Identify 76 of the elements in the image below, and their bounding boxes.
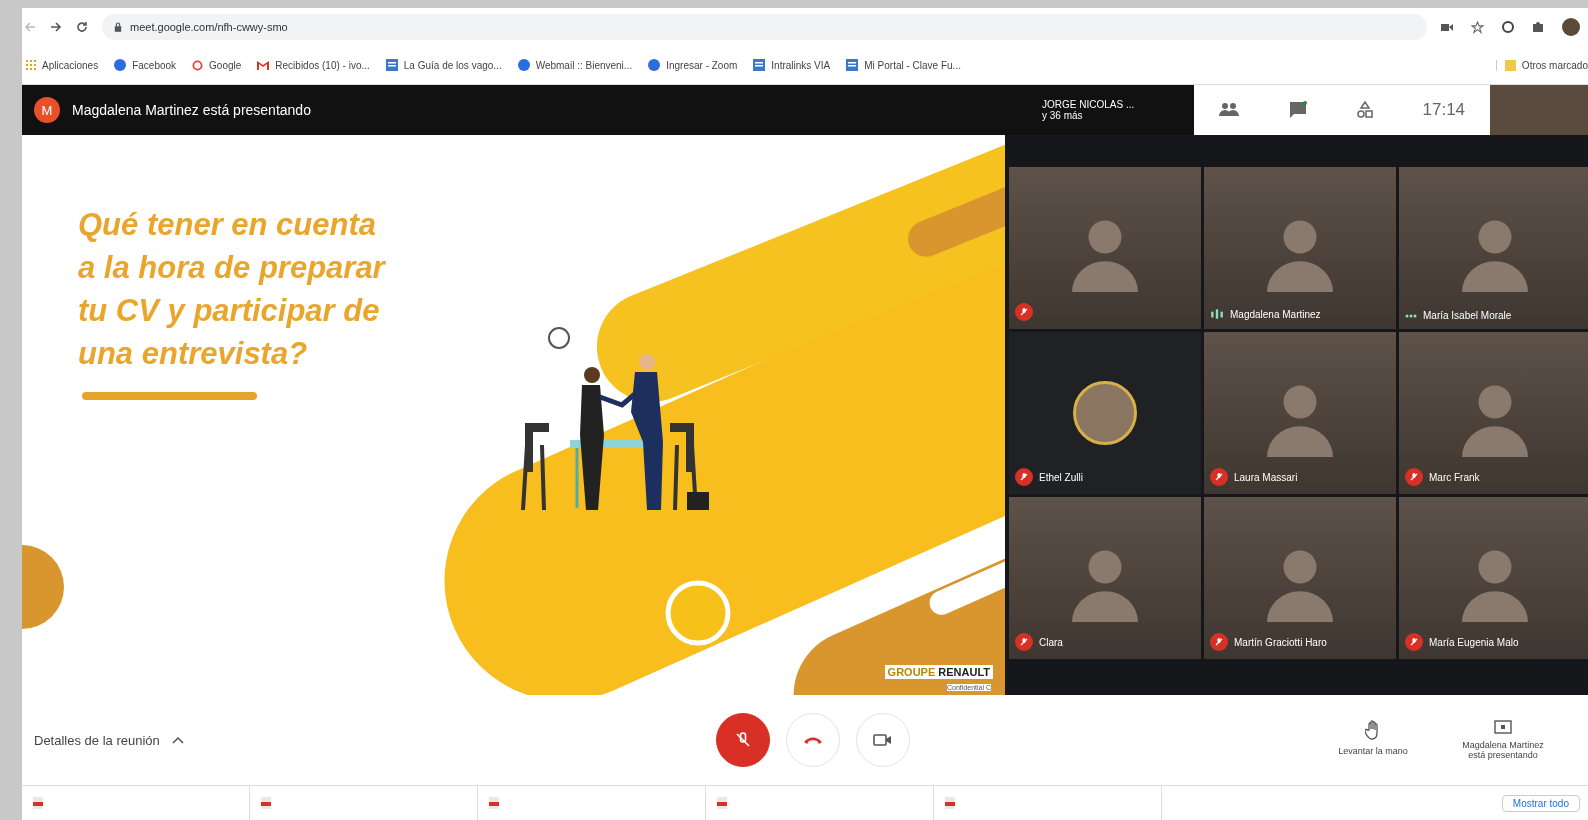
pdf-file-icon xyxy=(32,797,44,809)
show-all-button[interactable]: Mostrar todo xyxy=(1501,794,1580,812)
participant-name: Laura Massari xyxy=(1234,471,1298,483)
phone-icon xyxy=(803,735,823,745)
bookmark[interactable]: Intralinks VIA xyxy=(753,59,831,71)
participant-tile[interactable]: Ethel Zulli xyxy=(1009,332,1201,494)
microphone-icon xyxy=(734,731,752,749)
grid-icon xyxy=(26,60,36,70)
bookmark[interactable]: Aplicaciones xyxy=(26,59,99,71)
participant-name: Ethel Zulli xyxy=(1039,471,1083,483)
folder-icon xyxy=(1504,59,1516,71)
meeting-details-button[interactable]: Detalles de la reunión xyxy=(22,732,454,748)
camera-icon[interactable] xyxy=(1441,22,1453,32)
participant-name: Clara xyxy=(1039,636,1063,648)
address-bar[interactable]: meet.google.com/nfh-cwwy-smo xyxy=(102,14,1427,40)
forward-icon[interactable] xyxy=(50,21,62,33)
participants-name: JORGE NICOLAS ... xyxy=(1042,99,1136,110)
participant-name: María Isabel Morale xyxy=(1423,310,1512,321)
brand-prefix: GROUPE xyxy=(884,665,939,679)
participant-tile[interactable]: Magdalena Martinez xyxy=(1204,167,1396,329)
slide-title-line: Qué tener en cuenta xyxy=(78,206,378,244)
shapes-icon[interactable] xyxy=(1356,101,1373,119)
globe-icon xyxy=(114,59,127,71)
pdf-file-icon xyxy=(260,797,272,809)
participant-tile[interactable] xyxy=(1009,167,1201,329)
raise-hand-button[interactable]: Levantar la mano xyxy=(1318,720,1428,760)
bookmark[interactable]: Webmail :: Bienveni... xyxy=(517,59,633,71)
chat-icon[interactable] xyxy=(1288,101,1307,119)
reload-icon[interactable] xyxy=(76,21,88,33)
globe-icon xyxy=(517,59,530,71)
presentation-button[interactable]: Magdalena Martinez está presentando xyxy=(1448,720,1558,760)
pdf-file-icon xyxy=(716,797,728,809)
bookmark[interactable]: La Guía de los vago... xyxy=(385,59,502,71)
bookmark[interactable]: Facebook xyxy=(114,59,177,71)
extension-icon[interactable] xyxy=(1502,21,1514,33)
brand-name: RENAULT xyxy=(938,665,993,679)
participant-tile[interactable]: María Isabel Morale xyxy=(1399,167,1588,329)
participant-tile[interactable]: Martín Graciotti Haro xyxy=(1204,497,1396,659)
camera-button[interactable] xyxy=(856,713,910,767)
participant-tile[interactable]: Laura Massari xyxy=(1204,332,1396,494)
video-camera-icon xyxy=(873,733,893,747)
presenter-avatar: M xyxy=(34,97,60,123)
slide-title-line: una entrevista? xyxy=(78,335,309,373)
bookmark[interactable]: Mi Portal - Clave Fu... xyxy=(846,59,961,71)
presenting-label: Magdalena Martinez está presentando xyxy=(72,102,311,118)
page-icon xyxy=(753,59,766,71)
participant-tile[interactable]: María Eugenia Malo xyxy=(1399,497,1588,659)
page-icon xyxy=(846,59,859,71)
slide-title-line: a la hora de preparar xyxy=(78,249,385,287)
avatar-circle xyxy=(1073,381,1137,445)
pdf-file-icon xyxy=(488,797,500,809)
people-icon[interactable] xyxy=(1218,102,1239,118)
mail-icon xyxy=(257,60,270,70)
profile-avatar[interactable] xyxy=(1562,18,1580,36)
pdf-file-icon xyxy=(944,797,956,809)
participant-tile[interactable]: Marc Frank xyxy=(1399,332,1588,494)
page-icon xyxy=(385,59,398,71)
participants-more: y 36 más xyxy=(1042,110,1084,121)
other-bookmarks[interactable]: Otros marcado xyxy=(1495,59,1588,71)
globe-icon xyxy=(648,59,661,71)
star-icon[interactable] xyxy=(1471,20,1484,34)
slide-title-line: tu CV y participar de xyxy=(78,292,381,330)
bookmark[interactable]: Google xyxy=(192,59,242,71)
lock-icon xyxy=(114,22,122,32)
bookmark[interactable]: Recibidos (10) - ivo... xyxy=(257,59,370,71)
participant-name: Marc Frank xyxy=(1429,471,1480,483)
participant-tile[interactable]: Clara xyxy=(1009,497,1201,659)
microphone-button[interactable] xyxy=(716,713,770,767)
chevron-up-icon xyxy=(171,736,184,744)
participant-name: Martín Graciotti Haro xyxy=(1234,636,1327,648)
clock-time: 17:14 xyxy=(1422,100,1466,120)
participant-name: Magdalena Martinez xyxy=(1230,308,1321,320)
hand-icon xyxy=(1365,720,1381,740)
present-screen-icon xyxy=(1494,720,1512,734)
participant-name: María Eugenia Malo xyxy=(1429,636,1519,648)
bookmark[interactable]: Ingresar - Zoom xyxy=(648,59,738,71)
